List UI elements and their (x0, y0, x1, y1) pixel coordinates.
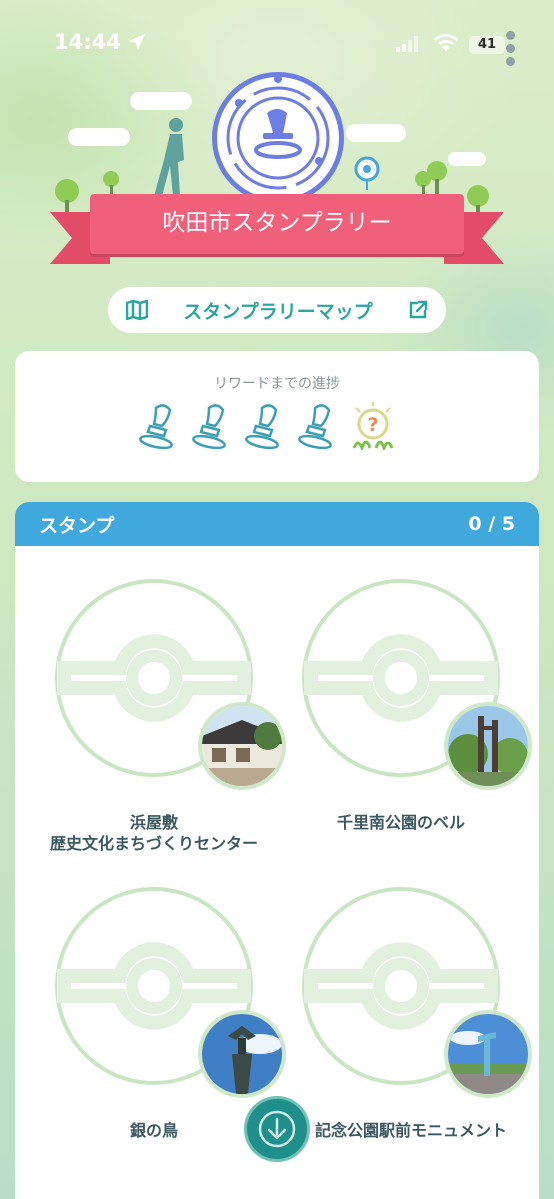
battery-icon: 41 (469, 36, 505, 54)
cloud (130, 92, 192, 110)
more-dots-icon[interactable] (506, 31, 515, 70)
cloud (346, 124, 406, 142)
arrow-down-icon (258, 1110, 296, 1148)
location-photo-bell-tower (444, 702, 532, 790)
stamp-slot-label: 浜屋敷 歴史文化まちづくりセンター (49, 813, 258, 853)
empty-stamp-icon (298, 404, 332, 450)
stamps-count: 0 / 5 (468, 513, 515, 535)
stamps-title: スタンプ (39, 514, 115, 537)
mystery-reward-icon: ? (352, 402, 394, 450)
empty-stamp-icon (192, 404, 226, 450)
progress-stamps: ? (138, 402, 396, 450)
map-button-label: スタンプラリーマップ (183, 300, 373, 323)
tree-icon (103, 171, 119, 196)
tree-icon (55, 179, 79, 214)
svg-text:?: ? (367, 414, 378, 436)
cloud (68, 128, 130, 146)
location-arrow-icon (129, 34, 145, 50)
tree-icon (427, 161, 447, 194)
tree-icon (467, 185, 489, 216)
signal-icon (396, 36, 418, 52)
stamps-header: スタンプ 0 / 5 (15, 502, 539, 546)
empty-stamp-icon (139, 404, 173, 450)
cloud (448, 152, 486, 166)
wifi-icon (434, 34, 458, 51)
location-photo-station-monument (444, 1010, 532, 1098)
pokestop-icon (354, 156, 380, 190)
page-title: 吹田市スタンプラリー (90, 194, 464, 254)
stamp-rally-map-button[interactable]: スタンプラリーマップ (108, 287, 446, 333)
scroll-down-button[interactable] (244, 1096, 310, 1162)
external-link-icon (409, 300, 428, 319)
location-photo-silver-bird (198, 1010, 286, 1098)
stamp-slot-label: 記念公園駅前モニュメント (314, 1121, 507, 1140)
walking-person-icon (154, 118, 184, 196)
map-icon (126, 300, 148, 320)
stamp-slot-label: 千里南公園のベル (336, 813, 465, 832)
status-time: 14:44 (54, 30, 121, 54)
empty-stamp-icon (245, 404, 279, 450)
location-photo-traditional-house (198, 702, 286, 790)
stamp-medal-icon (212, 72, 344, 204)
progress-title: リワードまでの進捗 (214, 376, 340, 392)
